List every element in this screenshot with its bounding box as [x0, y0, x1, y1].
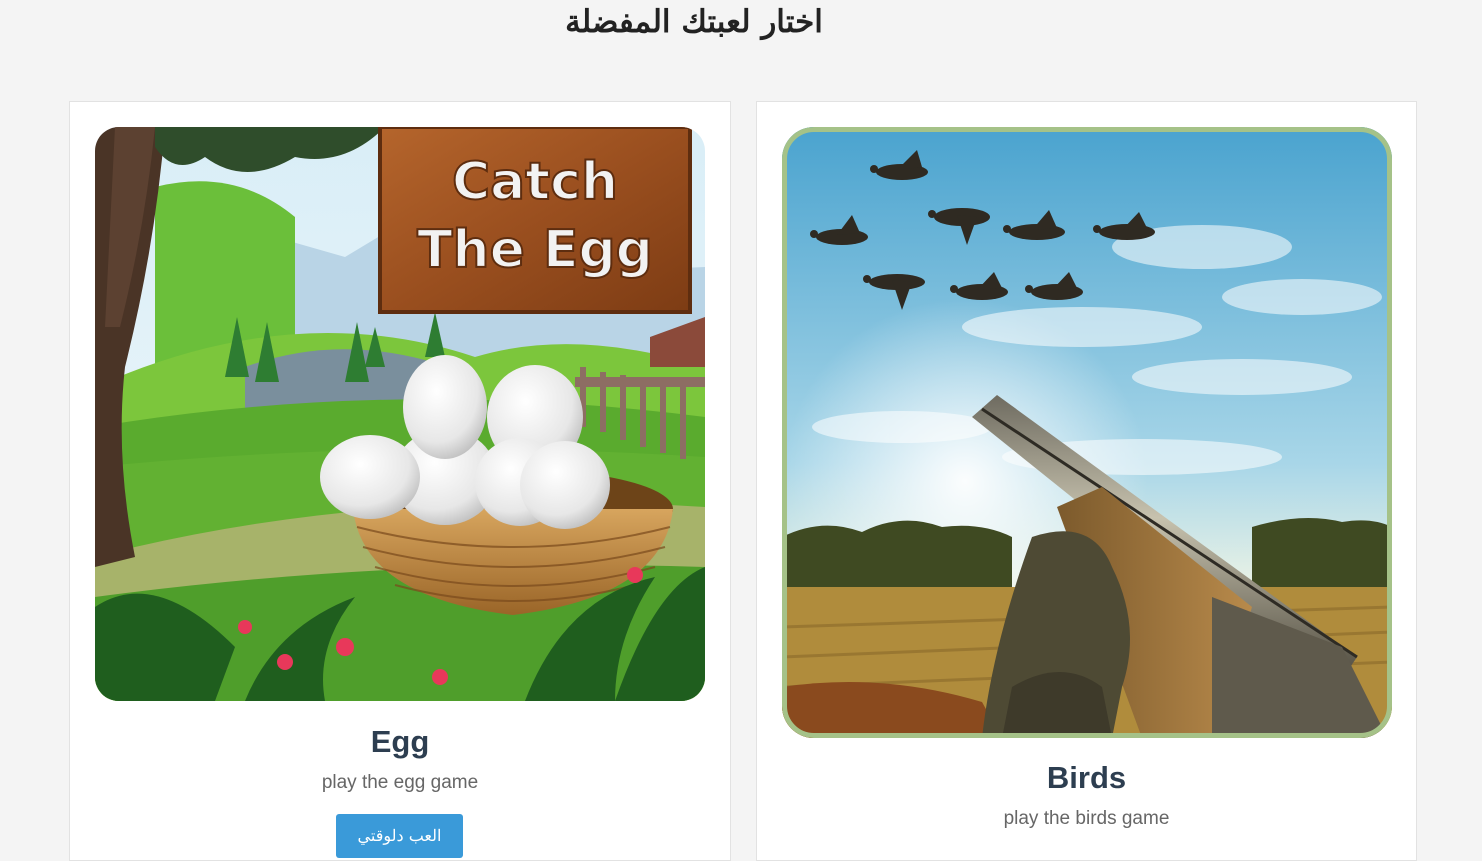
page-title: اختار لعبتك المفضلة [565, 4, 823, 40]
game-title-egg: Egg [370, 724, 430, 759]
game-description-birds: play the birds game [1003, 808, 1170, 829]
game-card-egg: Catch The Egg Egg play the egg game العب… [69, 101, 731, 861]
sign-line2: The Egg [417, 220, 653, 280]
game-description-egg: play the egg game [321, 772, 479, 793]
birds-game-image[interactable] [782, 127, 1392, 738]
game-title-birds: Birds [1046, 760, 1127, 795]
egg-game-image[interactable]: Catch The Egg [95, 127, 705, 701]
play-now-button[interactable]: العب دلوقتي [336, 814, 463, 858]
sign-line1: Catch [452, 152, 618, 212]
game-card-birds: Birds play the birds game [756, 101, 1417, 861]
